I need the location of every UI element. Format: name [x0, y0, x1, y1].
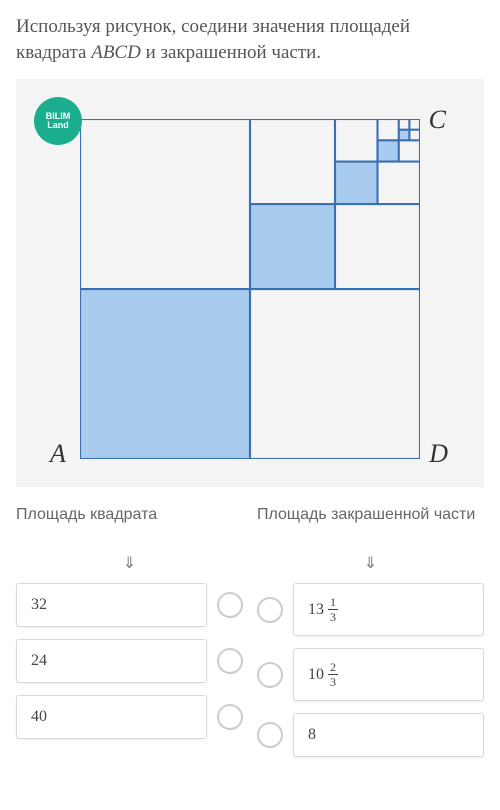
left-option-row: 40	[16, 695, 243, 739]
right-column: Площадь закрашенной части ⇓ 13 1 3 10	[257, 505, 484, 769]
fraction: 13 1 3	[308, 596, 338, 623]
left-option-row: 32	[16, 583, 243, 627]
right-connector-2[interactable]	[257, 662, 283, 688]
right-option-row: 13 1 3	[257, 583, 484, 636]
right-option-3[interactable]: 8	[293, 713, 484, 757]
right-connector-1[interactable]	[257, 597, 283, 623]
left-option-1[interactable]: 32	[16, 583, 207, 627]
square-wrapper: B C A D	[80, 119, 420, 459]
left-option-2[interactable]: 24	[16, 639, 207, 683]
question-text: Используя рисунок, соедини значения площ…	[16, 14, 484, 65]
diagram-container: BILIM Land B C A D	[16, 79, 484, 487]
left-connector-1[interactable]	[217, 592, 243, 618]
left-connector-3[interactable]	[217, 704, 243, 730]
right-option-row: 10 2 3	[257, 648, 484, 701]
right-header: Площадь закрашенной части	[257, 505, 484, 549]
right-arrow: ⇓	[257, 553, 484, 573]
question-math: ABCD	[91, 42, 141, 63]
right-option-1[interactable]: 13 1 3	[293, 583, 484, 636]
frac-whole: 10	[308, 666, 324, 684]
frac-whole: 13	[308, 601, 324, 619]
frac-num: 1	[328, 596, 338, 610]
square-diagram	[80, 119, 420, 459]
frac-num: 2	[328, 661, 338, 675]
fraction: 10 2 3	[308, 661, 338, 688]
frac-stack: 1 3	[328, 596, 338, 623]
badge-line2: Land	[47, 121, 69, 130]
frac-den: 3	[330, 610, 336, 623]
bilim-logo: BILIM Land	[34, 97, 82, 145]
vertex-A: A	[50, 439, 66, 469]
left-connector-2[interactable]	[217, 648, 243, 674]
matching-columns: Площадь квадрата ⇓ 32 24 40 Площадь закр…	[16, 505, 484, 769]
left-option-row: 24	[16, 639, 243, 683]
question-suffix: и закрашенной части.	[141, 42, 321, 63]
frac-stack: 2 3	[328, 661, 338, 688]
left-option-3[interactable]: 40	[16, 695, 207, 739]
left-header: Площадь квадрата	[16, 505, 243, 549]
left-column: Площадь квадрата ⇓ 32 24 40	[16, 505, 243, 769]
right-connector-3[interactable]	[257, 722, 283, 748]
left-arrow: ⇓	[16, 553, 243, 573]
vertex-D: D	[429, 439, 448, 469]
vertex-C: C	[429, 105, 446, 135]
right-option-row: 8	[257, 713, 484, 757]
frac-den: 3	[330, 675, 336, 688]
right-option-2[interactable]: 10 2 3	[293, 648, 484, 701]
